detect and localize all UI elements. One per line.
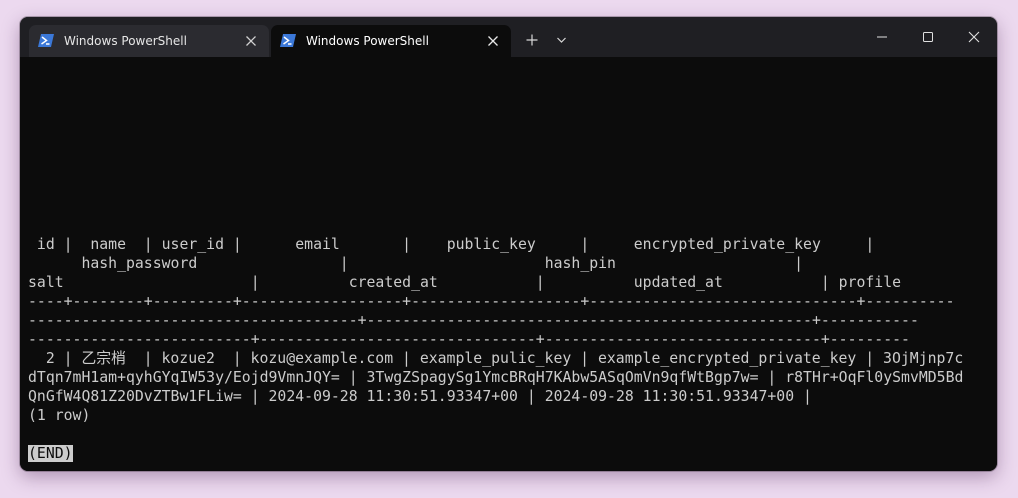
close-window-button[interactable]: [951, 17, 997, 57]
table-separator-line: -------------------------+--------------…: [28, 331, 910, 348]
maximize-button[interactable]: [905, 17, 951, 57]
chevron-down-icon: [557, 37, 566, 43]
tab-title: Windows PowerShell: [64, 34, 187, 48]
close-icon: [968, 31, 980, 43]
minimize-button[interactable]: [859, 17, 905, 57]
table-row-line: 2 | 乙宗梢 | kozue2 | kozu@example.com | ex…: [28, 350, 964, 367]
powershell-icon: [280, 34, 296, 47]
table-header-line: salt | created_at | updated_at | profile: [28, 274, 902, 291]
tab-dropdown-button[interactable]: [547, 25, 577, 55]
table-header-line: id | name | user_id | email | public_key…: [28, 236, 875, 253]
table-separator-line: -------------------------------------+--…: [28, 312, 919, 329]
pager-prompt-line: (END): [28, 444, 73, 463]
end-marker: (END): [28, 445, 73, 462]
plus-icon: [526, 34, 538, 46]
table-row-line: dTqn7mH1am+qyhGYqIW53y/Eojd9VmnJQY= | 3T…: [28, 369, 964, 386]
close-tab-icon[interactable]: [487, 35, 499, 47]
terminal-window: Windows PowerShell Windows PowerShell id…: [20, 17, 997, 471]
table-separator-line: ----+--------+---------+----------------…: [28, 293, 955, 310]
maximize-icon: [923, 32, 933, 42]
row-count: (1 row): [28, 407, 91, 424]
table-header-line: hash_password | hash_pin |: [28, 255, 804, 272]
powershell-icon: [38, 34, 54, 47]
table-row-line: QnGfW4Q81Z20DvZTBw1FLiw= | 2024-09-28 11…: [28, 388, 812, 405]
tab-title: Windows PowerShell: [306, 34, 429, 48]
title-bar: Windows PowerShell Windows PowerShell: [20, 17, 997, 57]
tab-windows-powershell-2[interactable]: Windows PowerShell: [271, 25, 511, 57]
close-tab-icon[interactable]: [245, 35, 257, 47]
minimize-icon: [877, 36, 887, 38]
tab-windows-powershell-1[interactable]: Windows PowerShell: [29, 25, 269, 57]
terminal-output[interactable]: id | name | user_id | email | public_key…: [20, 57, 997, 471]
new-tab-button[interactable]: [517, 25, 547, 55]
